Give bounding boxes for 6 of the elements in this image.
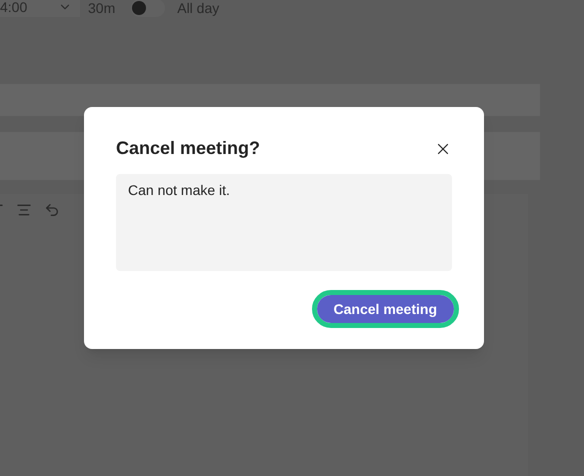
cancel-meeting-button[interactable]: Cancel meeting: [316, 295, 454, 323]
undo-icon[interactable]: [44, 202, 60, 218]
align-center-icon[interactable]: [16, 202, 32, 218]
dialog-title: Cancel meeting?: [116, 137, 260, 160]
all-day-toggle[interactable]: [131, 0, 166, 17]
reason-field[interactable]: Can not make it.: [116, 174, 452, 271]
